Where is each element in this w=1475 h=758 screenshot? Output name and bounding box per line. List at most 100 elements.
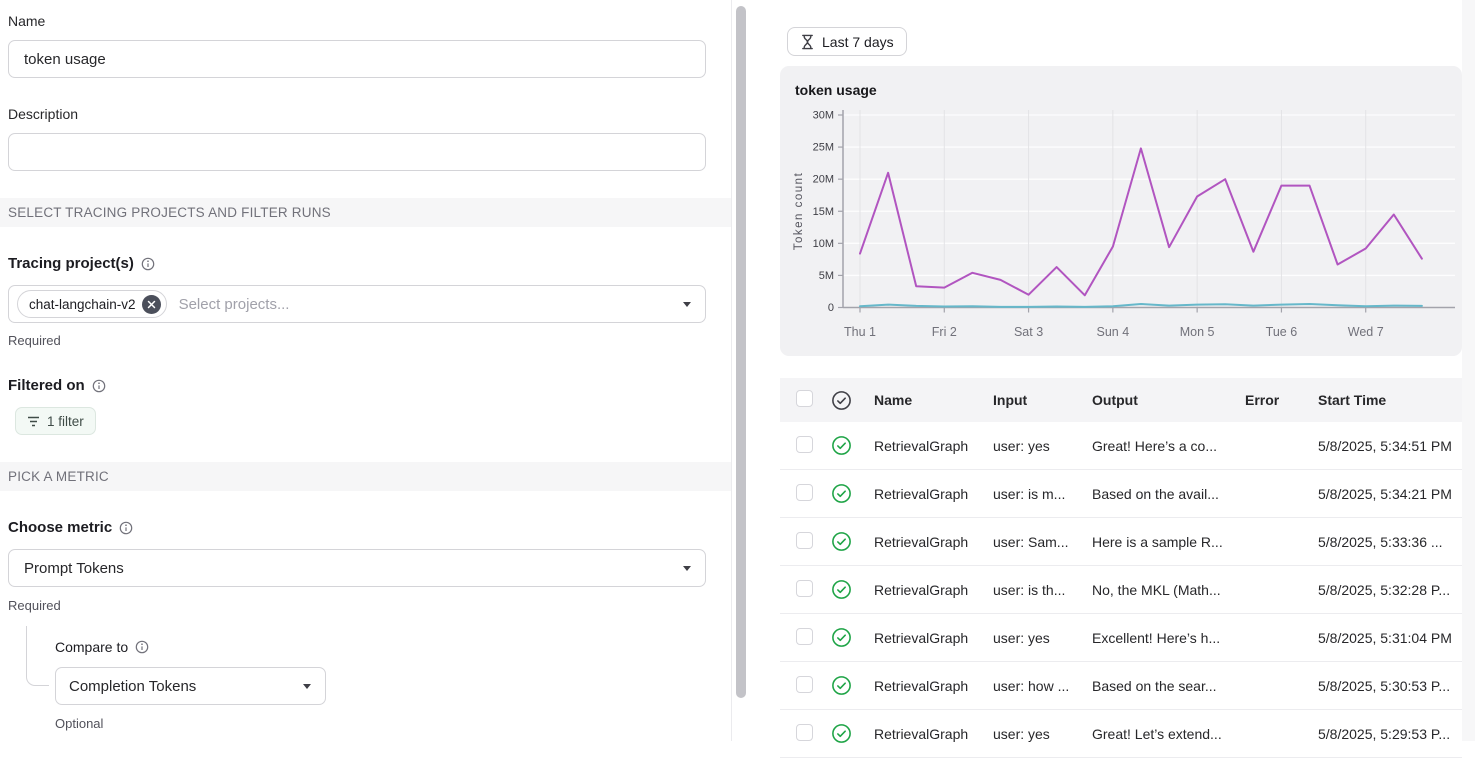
chevron-down-icon: [683, 566, 691, 571]
run-start-time: 5/8/2025, 5:31:04 PM: [1318, 630, 1462, 646]
filtered-on-label: Filtered on: [8, 377, 106, 394]
run-input: user: yes: [993, 438, 1092, 454]
description-label: Description: [8, 106, 78, 122]
col-header-name[interactable]: Name: [858, 392, 993, 408]
run-input: user: yes: [993, 726, 1092, 742]
row-checkbox[interactable]: [796, 436, 813, 453]
info-icon[interactable]: [119, 521, 133, 535]
row-checkbox[interactable]: [796, 484, 813, 501]
runs-table: Name Input Output Error Start Time Retri…: [780, 378, 1462, 758]
remove-project-icon[interactable]: [142, 295, 161, 314]
row-checkbox[interactable]: [796, 532, 813, 549]
row-checkbox[interactable]: [796, 580, 813, 597]
table-row[interactable]: RetrievalGraph user: yes Excellent! Here…: [780, 614, 1462, 662]
run-output: Great! Let’s extend...: [1092, 726, 1245, 742]
run-name: RetrievalGraph: [858, 534, 993, 550]
table-row[interactable]: RetrievalGraph user: how ... Based on th…: [780, 662, 1462, 710]
run-output: No, the MKL (Math...: [1092, 582, 1245, 598]
svg-text:Fri 2: Fri 2: [932, 325, 957, 339]
metric-select[interactable]: Prompt Tokens: [8, 549, 706, 587]
run-input: user: Sam...: [993, 534, 1092, 550]
run-output: Excellent! Here’s h...: [1092, 630, 1245, 646]
hourglass-icon: [800, 34, 815, 50]
runs-table-header: Name Input Output Error Start Time: [780, 378, 1462, 422]
col-header-start-time[interactable]: Start Time: [1318, 392, 1462, 408]
right-panel-scrollbar-gutter: [1462, 0, 1475, 741]
compare-to-label-text: Compare to: [55, 639, 128, 655]
status-column-icon: [831, 390, 852, 411]
time-range-button[interactable]: Last 7 days: [787, 27, 907, 56]
info-icon[interactable]: [92, 379, 106, 393]
svg-text:Mon 5: Mon 5: [1180, 325, 1215, 339]
run-input: user: yes: [993, 630, 1092, 646]
runs-table-body: RetrievalGraph user: yes Great! Here’s a…: [780, 422, 1462, 758]
run-name: RetrievalGraph: [858, 486, 993, 502]
description-input[interactable]: [8, 133, 706, 171]
token-usage-line-chart: 05M10M15M20M25M30MThu 1Fri 2Sat 3Sun 4Mo…: [780, 66, 1462, 356]
info-icon[interactable]: [141, 257, 155, 271]
tracing-projects-label: Tracing project(s): [8, 255, 155, 272]
row-checkbox[interactable]: [796, 724, 813, 741]
preview-panel: Last 7 days token usage 05M10M15M20M25M3…: [747, 0, 1475, 741]
run-input: user: how ...: [993, 678, 1092, 694]
project-chip-label: chat-langchain-v2: [29, 297, 136, 312]
run-output: Based on the sear...: [1092, 678, 1245, 694]
run-start-time: 5/8/2025, 5:33:36 ...: [1318, 534, 1462, 550]
compare-to-label: Compare to: [55, 639, 149, 655]
choose-metric-label-text: Choose metric: [8, 519, 112, 536]
table-row[interactable]: RetrievalGraph user: is th... No, the MK…: [780, 566, 1462, 614]
col-header-input[interactable]: Input: [993, 392, 1092, 408]
name-input[interactable]: [8, 40, 706, 78]
svg-text:0: 0: [828, 302, 834, 314]
success-status-icon: [831, 531, 852, 552]
svg-text:Sun 4: Sun 4: [1097, 325, 1130, 339]
filter-count-label: 1 filter: [47, 414, 84, 429]
info-icon[interactable]: [135, 640, 149, 654]
left-panel-scrollbar-thumb[interactable]: [736, 6, 746, 698]
col-header-output[interactable]: Output: [1092, 392, 1245, 408]
chart-preview-card: token usage 05M10M15M20M25M30MThu 1Fri 2…: [780, 66, 1462, 356]
svg-text:30M: 30M: [813, 110, 834, 122]
table-row[interactable]: RetrievalGraph user: Sam... Here is a sa…: [780, 518, 1462, 566]
metric-required-hint: Required: [8, 598, 61, 613]
run-output: Based on the avail...: [1092, 486, 1245, 502]
run-start-time: 5/8/2025, 5:34:51 PM: [1318, 438, 1462, 454]
compare-select[interactable]: Completion Tokens: [55, 667, 326, 705]
choose-metric-label: Choose metric: [8, 519, 133, 536]
project-multiselect[interactable]: chat-langchain-v2 Select projects...: [8, 285, 706, 323]
compare-optional-hint: Optional: [55, 716, 103, 731]
svg-text:20M: 20M: [813, 174, 834, 186]
table-row[interactable]: RetrievalGraph user: is m... Based on th…: [780, 470, 1462, 518]
chevron-down-icon: [303, 684, 311, 689]
svg-text:25M: 25M: [813, 142, 834, 154]
success-status-icon: [831, 435, 852, 456]
filter-count-button[interactable]: 1 filter: [15, 407, 96, 435]
row-checkbox[interactable]: [796, 676, 813, 693]
success-status-icon: [831, 627, 852, 648]
table-row[interactable]: RetrievalGraph user: yes Great! Here’s a…: [780, 422, 1462, 470]
run-output: Great! Here’s a co...: [1092, 438, 1245, 454]
left-panel-scrollbar-track: [731, 0, 747, 741]
run-name: RetrievalGraph: [858, 630, 993, 646]
run-start-time: 5/8/2025, 5:30:53 P...: [1318, 678, 1462, 694]
table-row[interactable]: RetrievalGraph user: yes Great! Let’s ex…: [780, 710, 1462, 758]
section-select-projects: SELECT TRACING PROJECTS AND FILTER RUNS: [0, 198, 731, 227]
project-select-placeholder: Select projects...: [179, 296, 290, 313]
run-name: RetrievalGraph: [858, 678, 993, 694]
success-status-icon: [831, 483, 852, 504]
run-name: RetrievalGraph: [858, 726, 993, 742]
run-input: user: is m...: [993, 486, 1092, 502]
tracing-required-hint: Required: [8, 333, 61, 348]
filter-lines-icon: [27, 416, 40, 427]
col-header-error[interactable]: Error: [1245, 392, 1318, 408]
run-name: RetrievalGraph: [858, 438, 993, 454]
select-all-checkbox[interactable]: [796, 390, 813, 407]
project-chip: chat-langchain-v2: [17, 290, 167, 318]
run-input: user: is th...: [993, 582, 1092, 598]
svg-text:Sat 3: Sat 3: [1014, 325, 1043, 339]
row-checkbox[interactable]: [796, 628, 813, 645]
compare-connector-line: [26, 626, 49, 686]
svg-text:Token count: Token count: [793, 172, 805, 251]
svg-text:5M: 5M: [819, 270, 834, 282]
svg-text:10M: 10M: [813, 238, 834, 250]
